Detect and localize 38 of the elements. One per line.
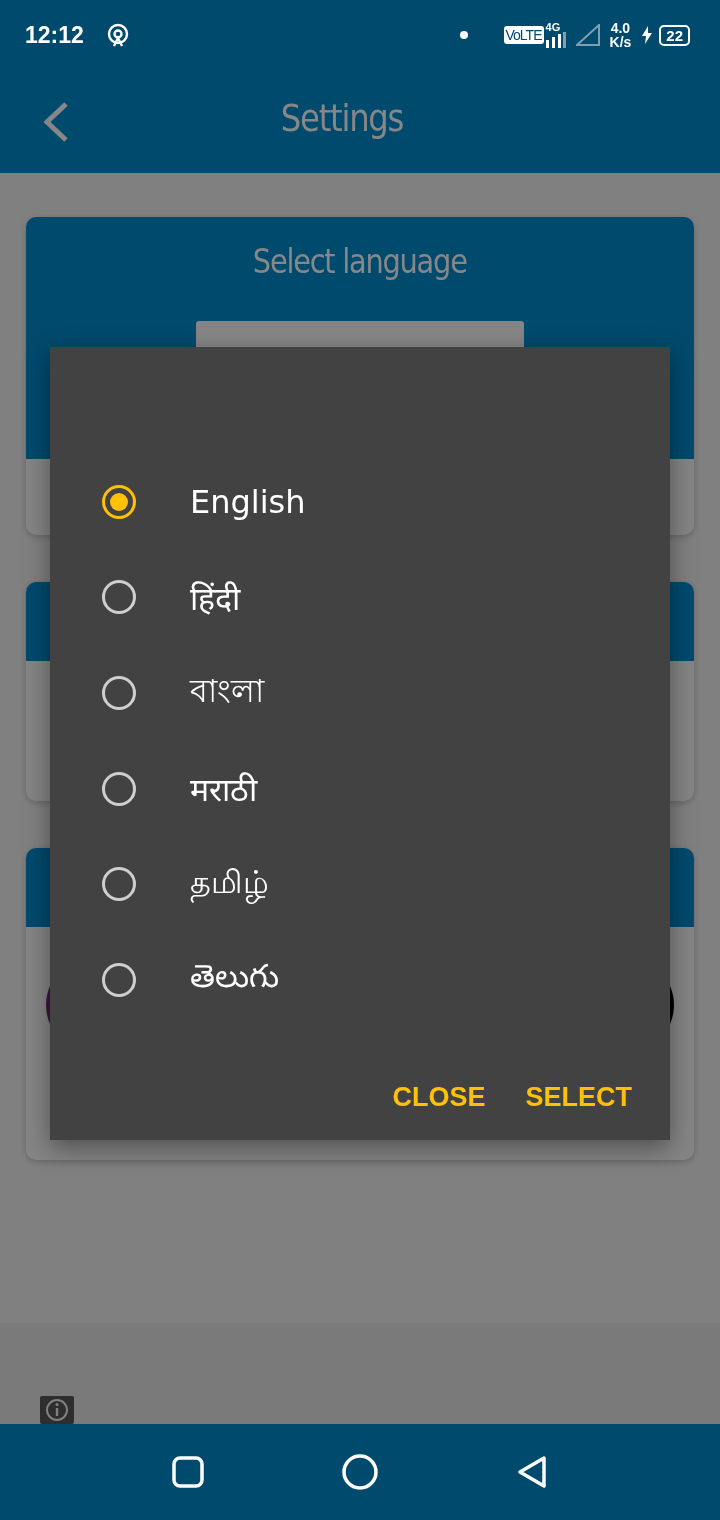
info-icon[interactable]	[40, 1396, 74, 1424]
language-option[interactable]: हिंदी	[50, 549, 670, 646]
screen-title: Settings	[280, 96, 404, 140]
speed-value: 4.0	[610, 21, 631, 35]
speed-unit: K/s	[609, 35, 632, 49]
radio-button[interactable]	[102, 962, 136, 997]
signal-empty-icon	[575, 24, 600, 46]
language-label: मराठी	[190, 770, 257, 811]
home-icon[interactable]	[342, 1454, 378, 1490]
language-label: தமிழ்	[190, 863, 269, 906]
back-icon[interactable]	[42, 100, 70, 143]
language-option[interactable]: తెలుగు	[50, 931, 670, 1028]
back-nav-icon[interactable]	[516, 1455, 548, 1489]
radio-button[interactable]	[102, 580, 136, 615]
network-type: 4G	[545, 22, 561, 32]
language-option[interactable]: English	[50, 454, 670, 550]
recents-icon[interactable]	[172, 1456, 204, 1488]
radio-button[interactable]	[102, 771, 136, 806]
radio-button[interactable]	[102, 484, 136, 519]
radio-button[interactable]	[102, 867, 136, 902]
language-label: हिंदी	[190, 578, 240, 619]
dialog-button[interactable]: CLOSE	[382, 1073, 496, 1121]
battery-level: 22	[659, 24, 690, 46]
language-option[interactable]: বাংলা	[50, 645, 670, 741]
radio-button[interactable]	[102, 676, 136, 710]
signal-icon	[545, 32, 566, 48]
dialog-button[interactable]: SELECT	[515, 1073, 642, 1121]
volte-badge: VoLTE	[503, 26, 544, 44]
clock-time: 12:12	[25, 21, 84, 49]
language-label: తెలుగు	[190, 957, 279, 998]
charging-icon	[641, 26, 654, 44]
language-option[interactable]: मराठी	[50, 740, 670, 837]
language-option[interactable]: தமிழ்	[50, 836, 670, 932]
language-label: English	[190, 482, 306, 521]
hotspot-icon	[105, 23, 130, 49]
card-title: Select language	[253, 241, 467, 281]
notification-dot-icon	[459, 31, 468, 39]
language-label: বাংলা	[190, 671, 264, 712]
